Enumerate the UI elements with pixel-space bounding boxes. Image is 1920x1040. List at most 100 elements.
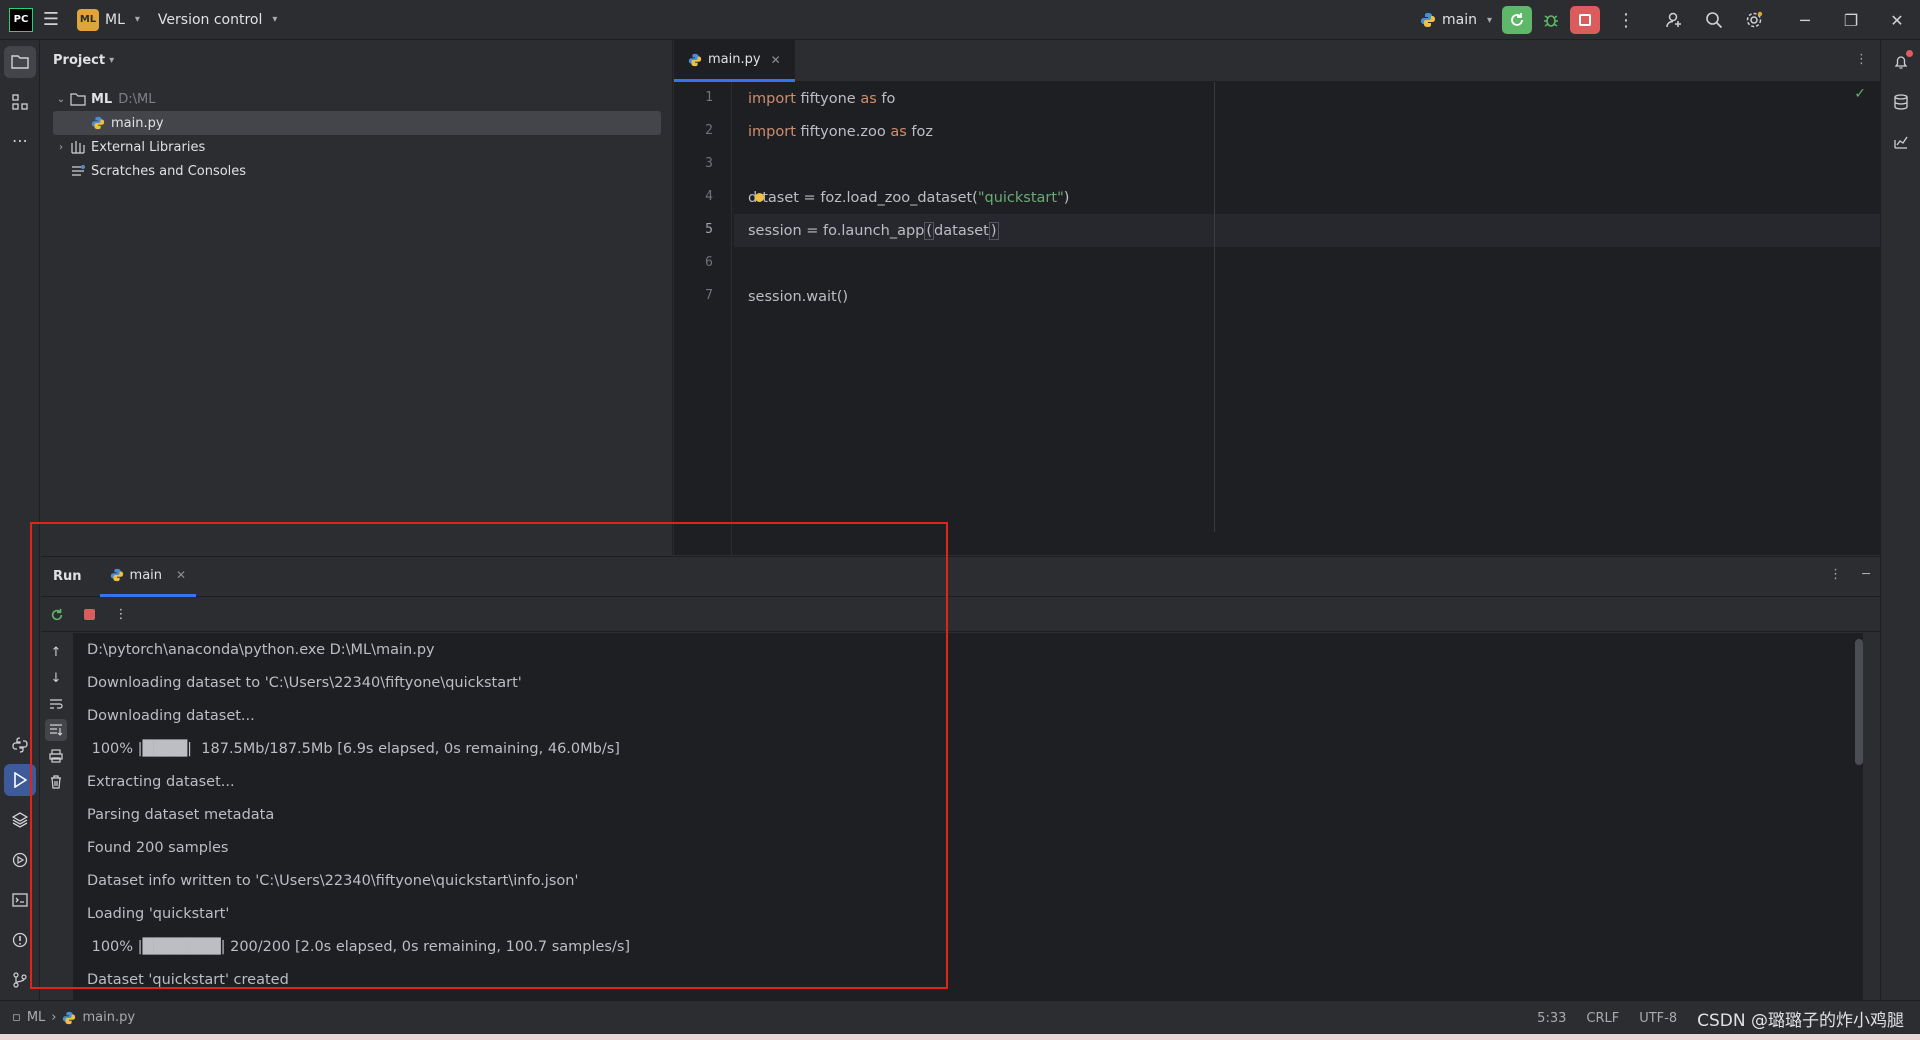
rerun-icon[interactable] <box>47 605 67 625</box>
chevron-down-icon: ▾ <box>1486 14 1492 26</box>
tree-item-external-libraries[interactable]: › External Libraries <box>53 135 661 159</box>
settings-gear-icon[interactable] <box>1734 0 1774 40</box>
editor-tab-bar: main.py ✕ ⋮ <box>674 40 1880 82</box>
expand-arrow-icon[interactable]: ⌄ <box>53 94 69 105</box>
rerun-button[interactable] <box>1502 6 1532 34</box>
right-margin-guide <box>1214 82 1215 532</box>
project-selector[interactable]: ML ML ▾ <box>77 8 140 31</box>
stop-icon <box>1579 14 1591 26</box>
project-panel-title: Project <box>53 52 106 68</box>
git-branch-icon[interactable] <box>4 964 36 996</box>
close-icon[interactable]: ✕ <box>1874 0 1920 40</box>
breadcrumb-separator-icon: › <box>51 1010 57 1025</box>
main-menu-icon[interactable]: ☰ <box>33 4 69 36</box>
python-packages-icon[interactable] <box>4 729 36 761</box>
code-line-7[interactable]: session.wait() <box>734 280 1880 313</box>
project-folder-icon[interactable] <box>4 46 36 78</box>
run-tab-label: main <box>129 567 163 583</box>
collapsed-arrow-icon[interactable]: › <box>53 142 69 153</box>
search-icon[interactable] <box>1694 0 1734 40</box>
breadcrumb-file[interactable]: main.py <box>82 1010 135 1025</box>
chevron-down-icon: ▾ <box>134 14 140 25</box>
notification-badge <box>1906 50 1913 57</box>
project-name: ML <box>105 11 125 28</box>
code-line-4[interactable]: d taset = foz.load_zoo_dataset("quickstar… <box>734 181 1880 214</box>
tabs-options-icon[interactable]: ⋮ <box>1855 52 1868 67</box>
console-line: Parsing dataset metadata <box>87 806 275 823</box>
arrow-up-icon[interactable]: ↑ <box>45 641 67 663</box>
debug-button[interactable] <box>1536 6 1566 34</box>
print-icon[interactable] <box>45 745 67 767</box>
project-panel-header[interactable]: Project ▾ <box>41 40 672 80</box>
tree-item-main-py[interactable]: main.py <box>53 111 661 135</box>
file-encoding[interactable]: UTF-8 <box>1639 1011 1677 1026</box>
more-actions-icon[interactable]: ⋮ <box>1606 0 1646 40</box>
database-icon[interactable] <box>1885 86 1917 118</box>
hide-panel-icon[interactable]: ─ <box>1862 567 1870 582</box>
inspection-ok-icon[interactable]: ✓ <box>1854 86 1866 102</box>
breadcrumb-project[interactable]: ML <box>27 1010 45 1025</box>
restore-icon[interactable]: ❐ <box>1828 0 1874 40</box>
arrow-down-icon[interactable]: ↓ <box>45 667 67 689</box>
run-panel-title: Run <box>53 569 82 584</box>
code-line-6[interactable] <box>734 247 1880 280</box>
close-tab-icon[interactable]: ✕ <box>176 568 186 582</box>
stop-icon[interactable] <box>79 605 99 625</box>
scratches-label: Scratches and Consoles <box>91 163 247 179</box>
module-icon: ▫ <box>12 1010 21 1025</box>
right-tool-window-bar <box>1880 40 1920 1000</box>
stop-button[interactable] <box>1570 6 1600 34</box>
code-text: ) <box>1063 189 1070 206</box>
line-number: 6 <box>705 255 713 270</box>
structure-icon[interactable] <box>4 86 36 118</box>
line-ending[interactable]: CRLF <box>1586 1011 1619 1026</box>
project-badge: ML <box>77 8 99 31</box>
sciview-icon[interactable] <box>1885 126 1917 158</box>
run-options-icon[interactable]: ⋮ <box>1829 567 1842 582</box>
editor-tab-main-py[interactable]: main.py ✕ <box>674 40 795 82</box>
console-line: D:\pytorch\anaconda\python.exe D:\ML\mai… <box>87 641 435 658</box>
editor-tab-label: main.py <box>708 52 761 67</box>
code-text: fo <box>876 90 896 107</box>
bracket-match: ( <box>924 221 935 240</box>
root-folder-name: ML <box>91 91 113 107</box>
code-text: dataset <box>934 222 989 239</box>
run-configuration-selector[interactable]: main ▾ <box>1420 12 1492 28</box>
cursor-position[interactable]: 5:33 <box>1537 1011 1566 1026</box>
trash-icon[interactable] <box>45 771 67 793</box>
console-line: Extracting dataset... <box>87 773 235 790</box>
project-panel: Project ▾ ⌄ ML D:\ML main.py › External … <box>41 40 673 555</box>
python-file-icon <box>63 1011 76 1024</box>
services-icon[interactable] <box>4 844 36 876</box>
code-line-2[interactable]: import fiftyone.zoo as foz <box>734 115 1880 148</box>
more-options-icon[interactable]: ⋮ <box>111 605 131 625</box>
close-tab-icon[interactable]: ✕ <box>771 53 781 67</box>
keyword: import <box>748 90 796 107</box>
code-line-3[interactable] <box>734 148 1880 181</box>
tree-item-root[interactable]: ⌄ ML D:\ML <box>53 87 661 111</box>
notifications-bell-icon[interactable] <box>1885 46 1917 78</box>
status-bar: ▫ ML › main.py 5:33 CRLF UTF-8 CSDN @璐璐子… <box>0 1000 1920 1034</box>
console-line: Dataset info written to 'C:\Users\22340\… <box>87 872 579 889</box>
code-line-5-current[interactable]: session = fo.launch_app(dataset) <box>734 214 1880 247</box>
problems-icon[interactable] <box>4 924 36 956</box>
run-tool-icon[interactable] <box>4 764 36 796</box>
code-with-me-icon[interactable] <box>1654 0 1694 40</box>
terminal-icon[interactable] <box>4 884 36 916</box>
console-output[interactable]: D:\pytorch\anaconda\python.exe D:\ML\mai… <box>73 633 1863 1001</box>
run-tab-main[interactable]: main ✕ <box>99 557 197 597</box>
python-icon <box>110 568 123 582</box>
run-toolbar: ⋮ <box>41 598 1880 632</box>
line-number: 2 <box>705 123 713 138</box>
more-tools-icon[interactable]: ⋯ <box>4 124 36 156</box>
layers-icon[interactable] <box>4 804 36 836</box>
chevron-down-icon: ▾ <box>272 14 278 25</box>
console-scrollbar[interactable] <box>1855 639 1863 765</box>
root-folder-path: D:\ML <box>118 91 156 107</box>
minimize-icon[interactable]: ─ <box>1782 0 1828 40</box>
scroll-to-end-icon[interactable] <box>45 719 67 741</box>
version-control-menu[interactable]: Version control ▾ <box>158 12 278 28</box>
code-line-1[interactable]: import fiftyone as fo <box>734 82 1880 115</box>
soft-wrap-icon[interactable] <box>45 693 67 715</box>
tree-item-scratches[interactable]: Scratches and Consoles <box>53 159 661 183</box>
